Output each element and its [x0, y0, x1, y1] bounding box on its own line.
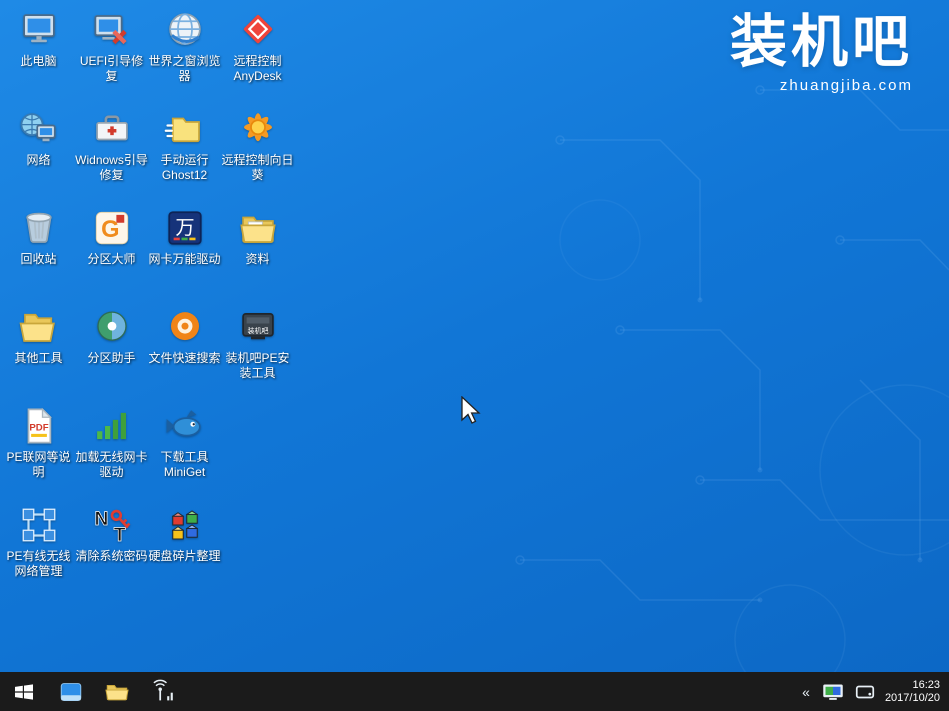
nt-password-key-icon: N T: [91, 504, 133, 546]
icon-label: 分区助手: [87, 351, 135, 366]
tray-expand-chevron[interactable]: «: [800, 684, 812, 700]
icon-label: UEFI引导修复: [75, 54, 148, 84]
desktop-icon-other-tools[interactable]: 其他工具: [2, 302, 75, 366]
icon-label: 回收站: [20, 252, 56, 267]
partition-assistant-icon: [91, 306, 133, 348]
tray-device-icon[interactable]: [854, 682, 876, 702]
icon-label: 此电脑: [20, 54, 56, 69]
taskbar: « 16:23 2017/10/20: [0, 672, 949, 711]
desktop-icon-partition-assistant[interactable]: 分区助手: [75, 302, 148, 366]
desktop-icon-pe-network-instructions[interactable]: PDF PE联网等说明: [2, 401, 75, 480]
antenna-signal-icon: [149, 678, 177, 706]
desktop-icon-zhuangjiba-pe-installer[interactable]: 装机吧 装机吧PE安装工具: [221, 302, 294, 381]
ghost12-folder-icon: [164, 108, 206, 150]
desktop-icon-world-window-browser[interactable]: 世界之窗浏览器: [148, 5, 221, 84]
icon-row-6: PE有线无线网络管理 N T 清除系统密码: [2, 500, 294, 599]
desktop-icon-uefi-boot-repair[interactable]: UEFI引导修复: [75, 5, 148, 84]
icon-label: 世界之窗浏览器: [148, 54, 221, 84]
desktop-icon-windows-boot-repair[interactable]: Widnows引导修复: [75, 104, 148, 183]
network-topology-icon: [18, 504, 60, 546]
network-icon: [18, 108, 60, 150]
icon-label: 网卡万能驱动: [148, 252, 220, 267]
blue-window-icon: [58, 679, 84, 705]
svg-text:T: T: [113, 525, 125, 546]
icon-label: 硬盘碎片整理: [148, 549, 220, 564]
icon-label: 下载工具MiniGet: [148, 450, 221, 480]
browser-globe-icon: [164, 9, 206, 51]
icon-label: 加载无线网卡驱动: [75, 450, 148, 480]
desktop-icon-grid: 此电脑 UEFI引导修复 世界之窗浏览器: [2, 5, 294, 599]
recycle-bin-icon: [18, 207, 60, 249]
anydesk-icon: [237, 9, 279, 51]
brand-logo-title: 装机吧: [730, 10, 913, 76]
pdf-document-icon: PDF: [18, 405, 60, 447]
taskbar-app-blue-window[interactable]: [48, 672, 94, 711]
defrag-blocks-icon: [164, 504, 206, 546]
other-tools-folder-icon: [18, 306, 60, 348]
windows-logo-icon: [12, 680, 36, 704]
file-search-icon: [164, 306, 206, 348]
icon-label: 文件快速搜索: [148, 351, 220, 366]
toolbox-icon: [91, 108, 133, 150]
icon-label: 清除系统密码: [75, 549, 147, 564]
desktop-icon-this-pc[interactable]: 此电脑: [2, 5, 75, 69]
icon-row-5: PDF PE联网等说明 加载无线网卡驱动: [2, 401, 294, 500]
desktop-icon-data-folder[interactable]: 资料: [221, 203, 294, 267]
icon-label: 手动运行Ghost12: [148, 153, 221, 183]
icon-row-4: 其他工具 分区助手 文件快速搜索: [2, 302, 294, 401]
icon-label: 远程控制AnyDesk: [221, 54, 294, 84]
icon-label: 网络: [26, 153, 50, 168]
svg-text:PDF: PDF: [29, 422, 48, 433]
desktop-icon-recycle-bin[interactable]: 回收站: [2, 203, 75, 267]
icon-label: 其他工具: [14, 351, 62, 366]
icon-label: PE有线无线网络管理: [2, 549, 75, 579]
desktop-icon-disk-defrag[interactable]: 硬盘碎片整理: [148, 500, 221, 564]
brand-logo-domain: zhuangjiba.com: [730, 77, 913, 94]
desktop-icon-network[interactable]: 网络: [2, 104, 75, 168]
svg-text:万: 万: [175, 218, 194, 239]
icon-label: Widnows引导修复: [75, 153, 148, 183]
icon-label: 远程控制向日葵: [221, 153, 294, 183]
desktop-icon-fast-file-search[interactable]: 文件快速搜索: [148, 302, 221, 366]
tray-display-icon[interactable]: [821, 681, 845, 703]
svg-text:装机吧: 装机吧: [247, 326, 268, 335]
icon-row-2: 网络 Widnows引导修复 手动运行Ghost12: [2, 104, 294, 203]
clock-time: 16:23: [885, 679, 940, 692]
desktop-icon-pe-network-manager[interactable]: PE有线无线网络管理: [2, 500, 75, 579]
taskbar-app-network-signal[interactable]: [140, 672, 186, 711]
pe-installer-icon: 装机吧: [237, 306, 279, 348]
desktop-icon-sunflower-remote[interactable]: 远程控制向日葵: [221, 104, 294, 183]
system-tray: « 16:23 2017/10/20: [800, 672, 949, 711]
brand-logo: 装机吧 zhuangjiba.com: [730, 10, 913, 94]
icon-label: 分区大师: [87, 252, 135, 267]
uefi-boot-repair-icon: [91, 9, 133, 51]
desktop-icon-diskgenius[interactable]: G 分区大师: [75, 203, 148, 267]
icon-label: PE联网等说明: [2, 450, 75, 480]
icon-row-3: 回收站 G 分区大师 万 网卡万能驱动: [2, 203, 294, 302]
wan-driver-icon: 万: [164, 207, 206, 249]
signal-bars-icon: [91, 405, 133, 447]
file-explorer-folder-icon: [104, 679, 130, 705]
sunflower-icon: [237, 108, 279, 150]
svg-text:G: G: [101, 217, 119, 243]
desktop-icon-ghost12[interactable]: 手动运行Ghost12: [148, 104, 221, 183]
diskgenius-icon: G: [91, 207, 133, 249]
desktop-icon-miniget-downloader[interactable]: 下载工具MiniGet: [148, 401, 221, 480]
start-button[interactable]: [0, 672, 48, 711]
desktop-icon-clear-password[interactable]: N T 清除系统密码: [75, 500, 148, 564]
icon-label: 资料: [245, 252, 269, 267]
svg-text:N: N: [94, 509, 108, 530]
icon-label: 装机吧PE安装工具: [221, 351, 294, 381]
taskbar-app-file-explorer[interactable]: [94, 672, 140, 711]
desktop[interactable]: 装机吧 zhuangjiba.com 此电脑: [0, 0, 949, 672]
desktop-icon-anydesk-remote[interactable]: 远程控制AnyDesk: [221, 5, 294, 84]
taskbar-clock[interactable]: 16:23 2017/10/20: [885, 679, 940, 705]
clock-date: 2017/10/20: [885, 692, 940, 705]
this-pc-icon: [18, 9, 60, 51]
data-folder-icon: [237, 207, 279, 249]
icon-row-1: 此电脑 UEFI引导修复 世界之窗浏览器: [2, 5, 294, 104]
desktop-icon-universal-nic-driver[interactable]: 万 网卡万能驱动: [148, 203, 221, 267]
fish-icon: [164, 405, 206, 447]
desktop-icon-load-wireless-driver[interactable]: 加载无线网卡驱动: [75, 401, 148, 480]
